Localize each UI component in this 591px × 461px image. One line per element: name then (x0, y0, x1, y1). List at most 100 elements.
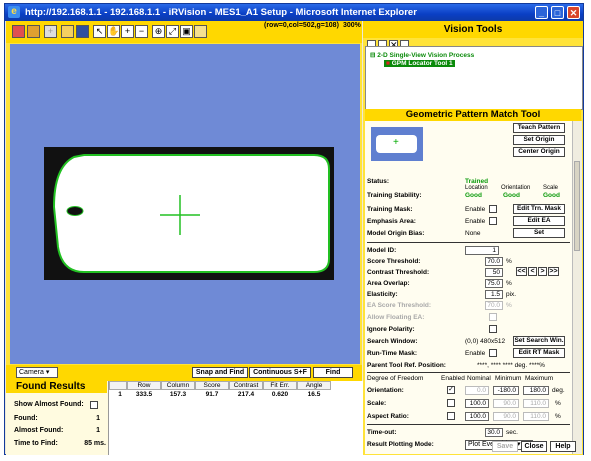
fit-window-icon[interactable]: ⤢ (166, 25, 179, 38)
gpm-settings: + Teach Pattern Set Origin Center Origin… (365, 121, 572, 454)
snap-icon[interactable] (12, 25, 25, 38)
find-controls: Camera ▾ Snap and Find Continuous S+F Fi… (6, 365, 362, 381)
find-button[interactable]: Find (313, 367, 353, 378)
training-mask-checkbox[interactable] (489, 205, 497, 213)
edit-trn-mask-button[interactable]: Edit Trn. Mask (513, 204, 565, 214)
open-folder-icon[interactable] (61, 25, 74, 38)
divider (367, 242, 570, 243)
show-almost-found-label: Show Almost Found: (14, 401, 84, 408)
table-header: Score (195, 381, 229, 390)
contrast-threshold-label: Contrast Threshold: (367, 269, 430, 276)
show-almost-found-checkbox[interactable] (90, 401, 98, 409)
table-header: Column (161, 381, 195, 390)
table-cell[interactable]: 91.7 (195, 391, 229, 398)
zoom-fit-icon[interactable]: ⊕ (152, 25, 165, 38)
ea-score-field[interactable]: 70.0 (485, 301, 503, 310)
table-header (109, 381, 127, 390)
model-id-label: Model ID: (367, 247, 397, 254)
ignore-polarity-label: Ignore Polarity: (367, 326, 415, 333)
tools-panel: Vision Tools ✕ ⊟ 2-D Single-View Vision … (363, 21, 583, 455)
contrast-inc-button[interactable]: > (538, 267, 547, 276)
elasticity-field[interactable]: 1.5 (485, 290, 503, 299)
set-bias-button[interactable]: Set (513, 228, 565, 238)
aspect-enabled-checkbox[interactable] (447, 412, 455, 420)
set-search-win-button[interactable]: Set Search Win. (513, 336, 565, 346)
contrast-inc-more-button[interactable]: >> (548, 267, 559, 276)
scale-min-field[interactable]: 90.0 (493, 399, 519, 408)
time-to-find-label: Time to Find: (14, 440, 58, 447)
zoom-in-icon[interactable]: + (121, 25, 134, 38)
table-cell[interactable]: 0.620 (263, 391, 297, 398)
tree-item-gpm-tool[interactable]: ■ GPM Locator Tool 1 (384, 60, 455, 67)
model-thumbnail: + (371, 127, 423, 161)
camera-select[interactable]: Camera ▾ (16, 367, 58, 378)
help-button[interactable]: Help (550, 441, 576, 452)
scale-icon[interactable]: ▣ (180, 25, 193, 38)
save-disk-icon[interactable] (76, 25, 89, 38)
aspect-nominal-field[interactable]: 100.0 (465, 412, 489, 421)
zoom-level: 300% (343, 22, 361, 29)
plot-mode-label: Result Plotting Mode: (367, 441, 434, 448)
pointer-icon[interactable]: ↖ (93, 25, 106, 38)
snap-find-button[interactable]: Snap and Find (192, 367, 248, 378)
center-origin-button[interactable]: Center Origin (513, 147, 565, 157)
status-value: Trained (465, 178, 489, 185)
model-origin-bias-value: None (465, 230, 481, 237)
contrast-threshold-field[interactable]: 50 (485, 268, 503, 277)
aspect-min-field[interactable]: 90.0 (493, 412, 519, 421)
orientation-min-field[interactable]: -180.0 (493, 386, 519, 395)
orientation-max-field[interactable]: 180.0 (523, 386, 549, 395)
edit-rt-mask-button[interactable]: Edit RT Mask (513, 348, 565, 358)
table-cell[interactable]: 217.4 (229, 391, 263, 398)
runtime-mask-checkbox[interactable] (489, 349, 497, 357)
divider (367, 424, 570, 425)
vision-tools-title: Vision Tools (363, 21, 583, 38)
table-cell[interactable]: 1 (115, 391, 125, 398)
model-id-field[interactable]: 1 (465, 246, 499, 255)
aspect-max-field[interactable]: 110.0 (523, 412, 549, 421)
table-cell[interactable]: 16.5 (297, 391, 331, 398)
search-window-label: Search Window: (367, 338, 418, 345)
orientation-enabled-checkbox[interactable]: ✓ (447, 386, 455, 394)
scale-max-field[interactable]: 110.0 (523, 399, 549, 408)
grid-toggle-icon[interactable] (194, 25, 207, 38)
contrast-dec-more-button[interactable]: << (516, 267, 527, 276)
pan-hand-icon[interactable]: ✋ (107, 25, 120, 38)
zoom-out-icon[interactable]: − (135, 25, 148, 38)
live-icon[interactable] (27, 25, 40, 38)
close-button[interactable]: Close (521, 441, 547, 452)
ignore-polarity-checkbox[interactable] (489, 325, 497, 333)
score-threshold-field[interactable]: 70.0 (485, 257, 503, 266)
grid-icon[interactable]: + (44, 25, 57, 38)
contrast-dec-button[interactable]: < (528, 267, 537, 276)
minimize-button[interactable]: _ (535, 6, 548, 19)
scale-nominal-field[interactable]: 100.0 (465, 399, 489, 408)
scale-enabled-checkbox[interactable] (447, 399, 455, 407)
allow-floating-ea-label: Allow Floating EA: (367, 314, 425, 321)
gpm-title: Geometric Pattern Match Tool (365, 109, 581, 121)
orientation-nominal-field[interactable]: 0.0 (465, 386, 489, 395)
maximize-button[interactable]: □ (551, 6, 564, 19)
set-origin-button[interactable]: Set Origin (513, 135, 565, 145)
training-stability-label: Training Stability: (367, 192, 422, 199)
teach-pattern-button[interactable]: Teach Pattern (513, 123, 565, 133)
close-window-button[interactable]: ✕ (567, 6, 580, 19)
allow-floating-ea-checkbox[interactable] (489, 313, 497, 321)
training-mask-enable-label: Enable (465, 206, 486, 213)
tree-item-process[interactable]: ⊟ 2-D Single-View Vision Process (370, 51, 474, 59)
continuous-button[interactable]: Continuous S+F (249, 367, 311, 378)
scale-status: Good (543, 192, 560, 199)
table-header: Row (127, 381, 161, 390)
table-cell[interactable]: 333.5 (127, 391, 161, 398)
image-canvas[interactable] (10, 44, 360, 364)
table-cell[interactable]: 157.3 (161, 391, 195, 398)
emphasis-area-checkbox[interactable] (489, 217, 497, 225)
scale-dof-label: Scale: (367, 400, 387, 407)
settings-scrollbar[interactable] (572, 121, 582, 454)
score-unit: % (506, 258, 512, 265)
edit-ea-button[interactable]: Edit EA (513, 216, 565, 226)
orientation-dof-label: Orientation: (367, 387, 404, 394)
save-button[interactable]: Save (492, 441, 518, 452)
timeout-field[interactable]: 30.0 (485, 428, 503, 437)
area-overlap-field[interactable]: 75.0 (485, 279, 503, 288)
